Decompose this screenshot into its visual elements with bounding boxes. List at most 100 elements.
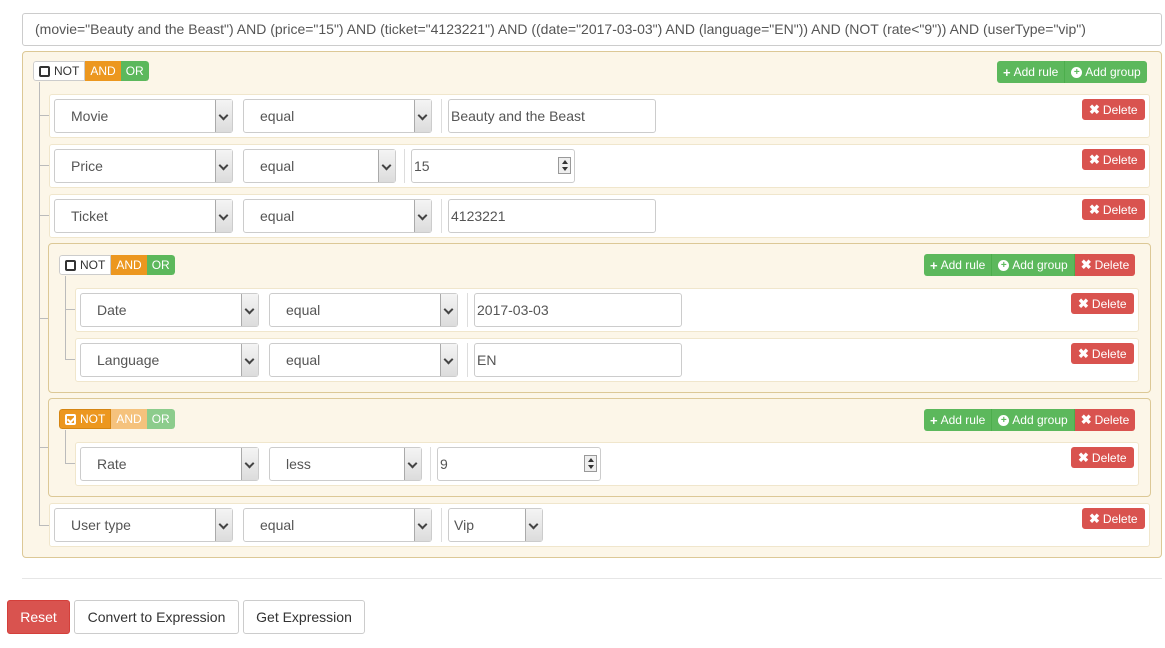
expression-output[interactable]: (movie="Beauty and the Beast") AND (pric… (22, 13, 1162, 46)
number-spinner-icon[interactable] (584, 455, 597, 472)
close-icon: ✖ (1089, 101, 1100, 117)
operator-select-ticket[interactable]: equal (243, 199, 432, 233)
delete-rule-button[interactable]: ✖ Delete (1082, 199, 1145, 220)
number-spinner-icon[interactable] (558, 157, 571, 174)
operator-select-usertype[interactable]: equal (243, 508, 432, 542)
plus-circle-icon: + (998, 259, 1010, 271)
field-value: Language (97, 352, 160, 368)
chevron-down-icon (241, 448, 258, 480)
close-icon: ✖ (1089, 201, 1100, 217)
add-rule-button[interactable]: + Add rule (997, 61, 1066, 83)
or-button[interactable]: OR (120, 61, 149, 81)
operator-value: equal (260, 158, 295, 174)
plus-circle-icon: + (998, 414, 1010, 426)
chevron-down-icon (414, 100, 431, 132)
divider (441, 199, 442, 233)
group-condition-toggle: NOT AND OR (59, 409, 175, 429)
close-icon: ✖ (1078, 295, 1089, 311)
delete-rule-button[interactable]: ✖ Delete (1082, 149, 1145, 170)
and-button[interactable]: AND (111, 255, 147, 275)
delete-label: Delete (1102, 102, 1138, 117)
operator-value: equal (260, 517, 295, 533)
add-group-button[interactable]: + Add group (992, 409, 1075, 431)
field-value: Price (71, 158, 103, 174)
close-icon: ✖ (1089, 151, 1100, 167)
field-select-movie[interactable]: Movie (54, 99, 233, 133)
value-input-rate[interactable]: 9 (437, 447, 601, 481)
chevron-down-icon (404, 448, 421, 480)
and-button[interactable]: AND (85, 61, 121, 81)
plus-icon: + (1003, 64, 1011, 80)
field-select-date[interactable]: Date (80, 293, 259, 327)
operator-select-language[interactable]: equal (269, 343, 458, 377)
add-group-button[interactable]: + Add group (992, 254, 1075, 276)
root-group-actions: + Add rule + Add group (997, 61, 1147, 83)
convert-to-expression-button[interactable]: Convert to Expression (74, 600, 239, 634)
value-input-movie[interactable]: Beauty and the Beast (448, 99, 656, 133)
chevron-down-icon (525, 509, 542, 541)
tree-line (65, 430, 66, 463)
add-rule-label: Add rule (940, 258, 986, 272)
get-expression-button[interactable]: Get Expression (243, 600, 365, 634)
add-group-label: Add group (1012, 413, 1068, 427)
or-button[interactable]: OR (146, 255, 175, 275)
or-button[interactable]: OR (146, 409, 175, 429)
add-rule-label: Add rule (1013, 65, 1059, 79)
field-value: Movie (71, 108, 109, 124)
delete-label: Delete (1102, 202, 1138, 217)
operator-select-movie[interactable]: equal (243, 99, 432, 133)
add-rule-button[interactable]: + Add rule (924, 409, 993, 431)
rate-value: 9 (440, 456, 448, 472)
field-value: User type (71, 517, 131, 533)
plus-icon: + (930, 257, 938, 273)
close-icon: ✖ (1078, 345, 1089, 361)
not-toggle[interactable]: NOT (33, 61, 86, 81)
add-rule-label: Add rule (940, 413, 986, 427)
not-toggle[interactable]: NOT (59, 255, 112, 275)
field-value: Rate (97, 456, 127, 472)
close-icon: ✖ (1080, 412, 1092, 427)
operator-value: equal (286, 302, 321, 318)
chevron-down-icon (440, 344, 457, 376)
add-group-label: Add group (1012, 258, 1068, 272)
delete-label: Delete (1091, 296, 1127, 311)
field-select-rate[interactable]: Rate (80, 447, 259, 481)
delete-rule-button[interactable]: ✖ Delete (1082, 99, 1145, 120)
delete-rule-button[interactable]: ✖ Delete (1082, 508, 1145, 529)
delete-label: Delete (1094, 413, 1130, 427)
add-group-label: Add group (1085, 65, 1141, 79)
divider (430, 447, 431, 481)
field-select-language[interactable]: Language (80, 343, 259, 377)
value-input-price[interactable]: 15 (411, 149, 575, 183)
plus-icon: + (930, 412, 938, 428)
chevron-down-icon (414, 200, 431, 232)
delete-rule-button[interactable]: ✖ Delete (1071, 343, 1134, 364)
operator-select-price[interactable]: equal (243, 149, 396, 183)
and-button[interactable]: AND (111, 409, 147, 429)
price-value: 15 (414, 158, 430, 174)
field-select-price[interactable]: Price (54, 149, 233, 183)
field-value: Ticket (71, 208, 108, 224)
field-select-usertype[interactable]: User type (54, 508, 233, 542)
chevron-down-icon (440, 294, 457, 326)
chevron-down-icon (215, 100, 232, 132)
add-group-button[interactable]: + Add group (1065, 61, 1147, 83)
value-input-ticket[interactable]: 4123221 (448, 199, 656, 233)
reset-button[interactable]: Reset (7, 600, 70, 634)
group-condition-toggle: NOT AND OR (59, 255, 175, 275)
delete-group-button[interactable]: ✖ Delete (1074, 254, 1136, 276)
operator-select-rate[interactable]: less (269, 447, 422, 481)
value-select-usertype[interactable]: Vip (448, 508, 543, 542)
value-input-language[interactable]: EN (474, 343, 682, 377)
add-rule-button[interactable]: + Add rule (924, 254, 993, 276)
delete-rule-button[interactable]: ✖ Delete (1071, 447, 1134, 468)
operator-select-date[interactable]: equal (269, 293, 458, 327)
field-select-ticket[interactable]: Ticket (54, 199, 233, 233)
value-input-date[interactable]: 2017-03-03 (474, 293, 682, 327)
delete-group-button[interactable]: ✖ Delete (1074, 409, 1136, 431)
not-toggle[interactable]: NOT (59, 409, 112, 429)
delete-rule-button[interactable]: ✖ Delete (1071, 293, 1134, 314)
not-label: NOT (54, 64, 80, 78)
close-icon: ✖ (1078, 449, 1089, 465)
chevron-down-icon (215, 200, 232, 232)
